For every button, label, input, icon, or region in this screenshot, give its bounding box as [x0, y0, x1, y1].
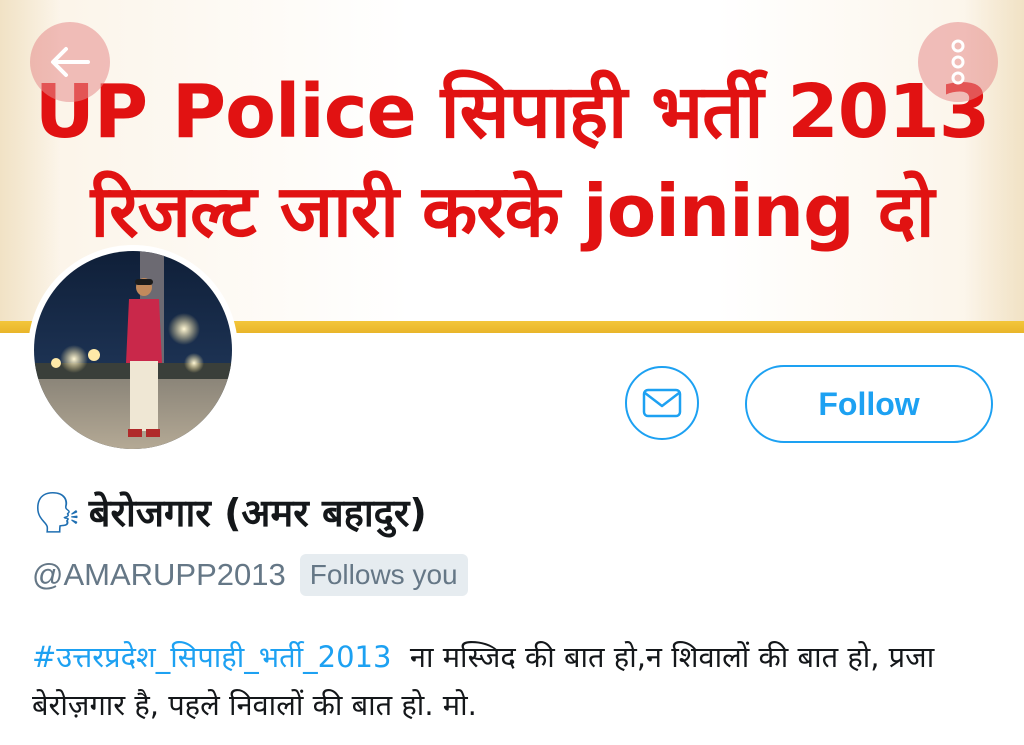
- more-options-button[interactable]: [918, 22, 998, 102]
- profile-bio: #उत्तरप्रदेश_सिपाही_भर्ती_2013 ना मस्जिद…: [32, 633, 1002, 729]
- handle-row: @AMARUPP2013 Follows you: [32, 552, 468, 598]
- display-name: बेरोजगार (अमर बहादुर): [88, 491, 427, 535]
- follows-you-badge: Follows you: [299, 554, 468, 596]
- profile-name-row: 🗣 बेरोजगार (अमर बहादुर): [32, 482, 427, 542]
- arrow-left-icon: [51, 47, 90, 77]
- avatar-photo: [34, 251, 232, 449]
- user-handle: @AMARUPP2013: [32, 557, 286, 592]
- speaking-head-emoji: 🗣: [32, 489, 83, 536]
- bio-hashtag-link[interactable]: #उत्तरप्रदेश_सिपाही_भर्ती_2013: [32, 640, 391, 674]
- banner-headline-line-1: UP Police सिपाही भर्ती 2013: [34, 69, 990, 155]
- banner-headline-line-2: रिजल्ट जारी करके joining दो: [90, 169, 934, 253]
- back-button[interactable]: [30, 22, 110, 102]
- profile-avatar[interactable]: [28, 245, 238, 455]
- message-button[interactable]: [625, 366, 699, 440]
- follow-button[interactable]: Follow: [745, 365, 993, 443]
- vertical-ellipsis-icon: [951, 39, 965, 85]
- envelope-icon: [642, 388, 682, 418]
